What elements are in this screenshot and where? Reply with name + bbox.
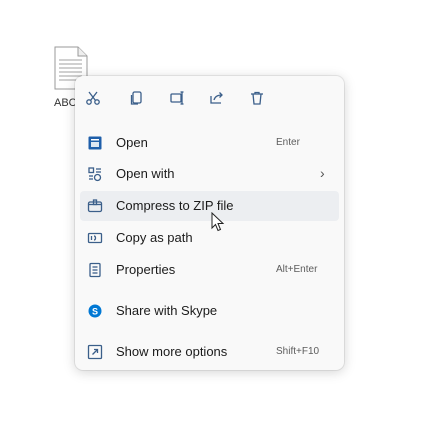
menu-item-label: Properties (116, 262, 176, 277)
delete-icon[interactable] (245, 86, 269, 110)
menu-item-label: Open with (116, 166, 175, 181)
menu-item-label: Show more options (116, 344, 228, 359)
menu-item-label: Share with Skype (116, 303, 218, 318)
properties-icon (87, 262, 103, 278)
copy-icon[interactable] (125, 86, 149, 110)
mouse-cursor-icon (211, 211, 225, 232)
share-icon[interactable] (205, 86, 229, 110)
menu-item-label: Copy as path (116, 230, 193, 245)
zip-icon (87, 198, 103, 214)
more-options-icon (87, 344, 103, 360)
menu-item-properties[interactable]: Properties Alt+Enter (80, 255, 339, 285)
cut-icon[interactable] (81, 86, 105, 110)
svg-text:S: S (92, 307, 98, 317)
chevron-right-icon: › (320, 165, 325, 181)
menu-item-label: Compress to ZIP file (116, 198, 234, 213)
menu-item-copy-path[interactable]: Copy as path (80, 223, 339, 253)
open-with-icon (87, 166, 103, 182)
menu-item-label: Open (116, 135, 148, 150)
context-toolbar (75, 86, 344, 112)
copy-path-icon (87, 230, 103, 246)
menu-item-open[interactable]: Open Enter (80, 128, 339, 158)
skype-icon: S (87, 303, 103, 319)
rename-icon[interactable] (165, 86, 189, 110)
menu-item-shortcut: Alt+Enter (276, 264, 318, 275)
menu-item-show-more[interactable]: Show more options Shift+F10 (80, 337, 339, 367)
open-icon (87, 135, 103, 151)
menu-item-share-skype[interactable]: S Share with Skype (80, 296, 339, 326)
menu-item-shortcut: Enter (276, 137, 300, 148)
menu-item-shortcut: Shift+F10 (276, 346, 320, 357)
menu-item-compress-zip[interactable]: Compress to ZIP file (80, 191, 339, 221)
context-menu: Open Enter Open with › Compress to ZIP f… (75, 76, 344, 370)
menu-item-open-with[interactable]: Open with › (80, 159, 339, 189)
desktop-file-label[interactable]: ABC (54, 97, 77, 109)
